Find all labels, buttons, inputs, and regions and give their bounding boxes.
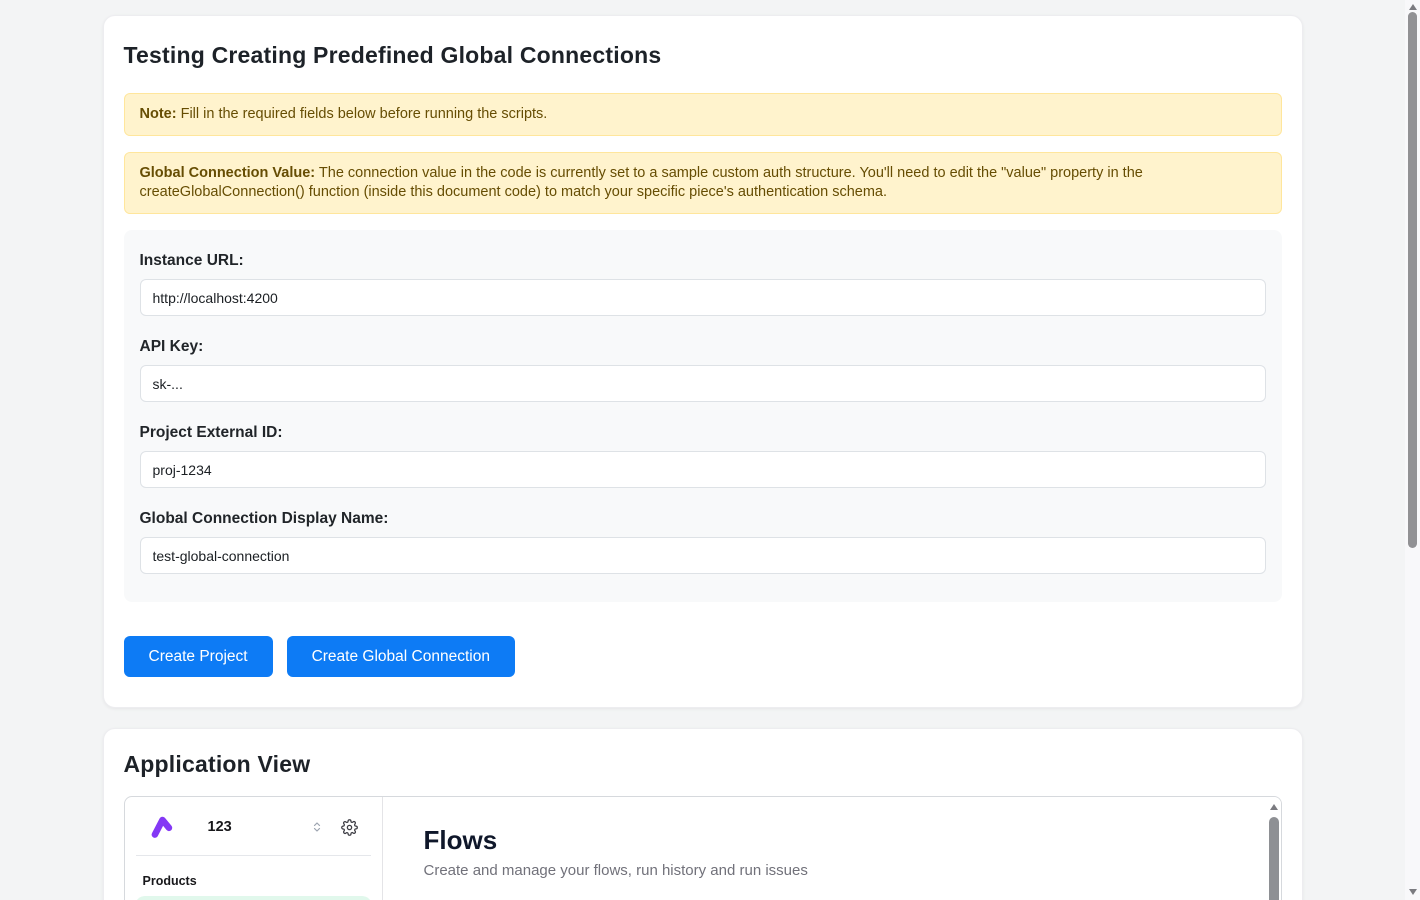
create-project-button[interactable]: Create Project xyxy=(124,636,273,677)
unfold-chevrons-icon[interactable] xyxy=(311,821,323,833)
note-alert-label: Note: xyxy=(140,106,177,122)
app-scrollbar-thumb[interactable] xyxy=(1269,817,1279,900)
global-connection-value-alert-label: Global Connection Value: xyxy=(140,165,316,181)
note-alert-text: Fill in the required fields below before… xyxy=(177,106,548,122)
application-view-card: Application View 123 xyxy=(103,728,1303,900)
page-title: Testing Creating Predefined Global Conne… xyxy=(124,42,1282,69)
setup-card: Testing Creating Predefined Global Conne… xyxy=(103,15,1303,708)
global-connection-value-alert: Global Connection Value: The connection … xyxy=(124,152,1282,214)
page: Testing Creating Predefined Global Conne… xyxy=(0,15,1405,900)
project-external-id-input[interactable] xyxy=(140,451,1266,488)
project-external-id-label: Project External ID: xyxy=(140,424,1266,442)
note-alert: Note: Fill in the required fields below … xyxy=(124,93,1282,136)
action-buttons: Create Project Create Global Connection xyxy=(124,636,1282,677)
project-selector[interactable]: 123 xyxy=(208,819,232,835)
application-view-title: Application View xyxy=(124,751,1282,778)
global-connection-display-name-input[interactable] xyxy=(140,537,1266,574)
project-selector-label: 123 xyxy=(208,819,232,835)
global-connection-display-name-label: Global Connection Display Name: xyxy=(140,510,1266,528)
instance-url-input[interactable] xyxy=(140,279,1266,316)
products-section-label: Products xyxy=(143,874,364,888)
sidebar-divider xyxy=(136,855,371,856)
scroll-down-arrow-icon[interactable] xyxy=(1409,889,1417,895)
app-sidebar: 123 Products xyxy=(125,797,383,900)
sidebar-header: 123 xyxy=(135,805,372,849)
api-key-label: API Key: xyxy=(140,338,1266,356)
scroll-up-arrow-icon[interactable] xyxy=(1270,804,1278,810)
app-main: Flows Create and manage your flows, run … xyxy=(383,797,1281,900)
page-scrollbar-thumb[interactable] xyxy=(1408,12,1417,548)
api-key-input[interactable] xyxy=(140,365,1266,402)
create-global-connection-button[interactable]: Create Global Connection xyxy=(287,636,515,677)
scroll-up-arrow-icon[interactable] xyxy=(1409,4,1417,10)
instance-url-label: Instance URL: xyxy=(140,252,1266,270)
connection-form: Instance URL: API Key: Project External … xyxy=(124,230,1282,602)
app-frame-scrollbar[interactable] xyxy=(1268,797,1281,900)
settings-gear-icon[interactable] xyxy=(341,819,358,836)
brand-logo-icon xyxy=(150,814,176,840)
embedded-app-frame: 123 Products xyxy=(124,796,1282,900)
page-scrollbar[interactable] xyxy=(1405,0,1420,900)
flows-page-title: Flows xyxy=(424,825,1241,856)
flows-page-subtitle: Create and manage your flows, run histor… xyxy=(424,862,1241,879)
sidebar-item-flows[interactable]: Flows xyxy=(135,896,372,900)
